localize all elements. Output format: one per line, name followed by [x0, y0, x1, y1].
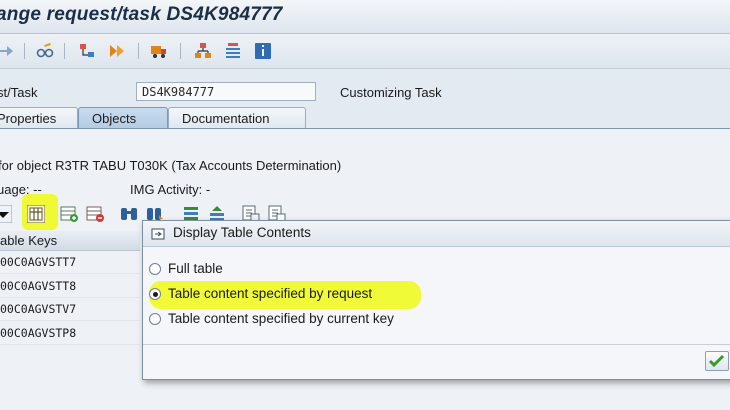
radio-button[interactable]	[149, 263, 161, 275]
radio-button-selected[interactable]	[149, 288, 161, 300]
ok-button[interactable]	[705, 351, 729, 371]
radio-label: Table content specified by current key	[168, 311, 394, 326]
object-description: for object R3TR TABU T030K (Tax Accounts…	[0, 158, 342, 173]
dialog-footer	[143, 344, 730, 379]
table-row[interactable]: 00C0AGVSTT7	[0, 251, 140, 274]
info-icon[interactable]	[254, 42, 272, 60]
table-row[interactable]: 00C0AGVSTV7	[0, 298, 140, 321]
truck-icon[interactable]	[150, 42, 168, 60]
release-icon[interactable]	[108, 42, 126, 60]
radio-label: Table content specified by request	[168, 286, 373, 301]
binoculars-icon[interactable]	[120, 205, 138, 223]
dialog-window-icon	[151, 228, 165, 240]
window-title: ange request/task DS4K984777	[0, 4, 283, 25]
table-row[interactable]: 00C0AGVSTT8	[0, 275, 140, 298]
dropdown-icon[interactable]	[0, 205, 12, 223]
request-task-label: st/Task	[0, 85, 38, 100]
title-bar: ange request/task DS4K984777	[0, 0, 730, 34]
task-type-text: Customizing Task	[340, 85, 442, 100]
list-icon[interactable]	[224, 42, 242, 60]
radio-label: Full table	[168, 261, 223, 276]
display-table-contents-dialog: Display Table Contents Full table Table …	[142, 220, 730, 380]
dialog-title-bar: Display Table Contents	[143, 221, 730, 247]
application-toolbar	[0, 34, 730, 69]
dialog-title: Display Table Contents	[173, 225, 311, 240]
hierarchy-icon[interactable]	[78, 42, 96, 60]
request-task-field[interactable]: DS4K984777	[136, 82, 316, 101]
tree-icon[interactable]	[194, 42, 212, 60]
tab-properties[interactable]: Properties	[0, 107, 78, 129]
tab-documentation[interactable]: Documentation	[168, 107, 306, 129]
table-keys-header[interactable]: able Keys	[0, 231, 140, 251]
tab-objects[interactable]: Objects	[78, 107, 168, 129]
forward-arrow-icon[interactable]	[0, 42, 14, 60]
img-activity-label: IMG Activity: -	[130, 182, 211, 197]
glasses-pencil-icon[interactable]	[36, 42, 54, 60]
insert-row-icon[interactable]	[60, 205, 78, 223]
checkmark-icon	[708, 354, 725, 368]
delete-row-icon[interactable]	[86, 205, 104, 223]
radio-button[interactable]	[149, 313, 161, 325]
table-contents-icon[interactable]	[27, 205, 45, 223]
table-row[interactable]: 00C0AGVSTP8	[0, 322, 140, 345]
